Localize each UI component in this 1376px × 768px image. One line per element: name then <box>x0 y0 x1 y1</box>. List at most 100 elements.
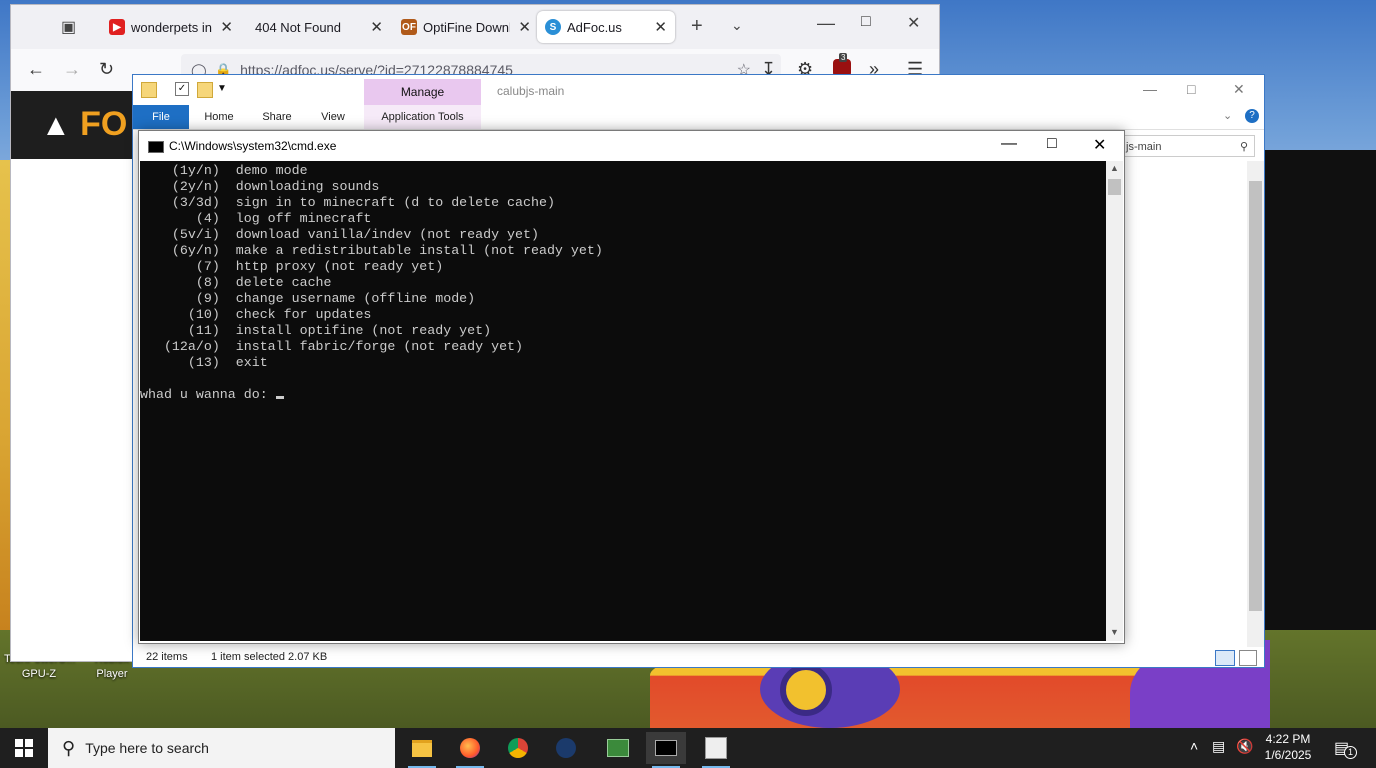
chevron-down-icon[interactable]: ⌄ <box>1223 109 1232 122</box>
text-cursor <box>275 396 284 399</box>
search-placeholder: Type here to search <box>85 740 209 756</box>
chrome-icon <box>508 738 528 758</box>
gpuz-app[interactable] <box>598 732 638 764</box>
cmd-icon <box>655 740 677 756</box>
file-explorer-app[interactable] <box>402 732 442 768</box>
quick-access-dropdown-icon[interactable]: ▼ <box>217 83 227 94</box>
tab-application-tools[interactable]: Application Tools <box>364 105 481 129</box>
cmd-title-text: C:\Windows\system32\cmd.exe <box>169 139 337 153</box>
firefox-app[interactable] <box>450 732 490 768</box>
console-line: (8) delete cache <box>140 275 332 290</box>
console-line: (4) log off minecraft <box>140 211 372 226</box>
close-icon[interactable]: ✕ <box>510 18 539 36</box>
minimize-icon[interactable]: — <box>1143 81 1157 97</box>
tab-label: AdFoc.us <box>567 19 622 35</box>
console-line: (6y/n) make a redistributable install (n… <box>140 243 603 258</box>
search-icon: ⚲ <box>62 737 76 758</box>
new-folder-icon[interactable] <box>197 82 213 98</box>
anvil-icon: ▲ <box>41 109 71 142</box>
scrollbar-thumb[interactable] <box>1108 179 1121 195</box>
site-logo: ▲ FO <box>41 105 128 143</box>
volume-muted-icon[interactable]: 🔇 <box>1236 738 1253 755</box>
taskbar: ⚲ Type here to search ˄ ▤ 🔇 4:22 PM 1/6/… <box>0 728 1376 768</box>
steam-icon <box>556 738 576 758</box>
search-text: js-main <box>1126 141 1162 153</box>
adfocus-icon: S <box>545 19 561 35</box>
console-line: (5v/i) download vanilla/indev (not ready… <box>140 227 539 242</box>
tab-adfocus[interactable]: S AdFoc.us ✕ <box>537 11 675 43</box>
maximize-icon[interactable]: □ <box>861 13 871 31</box>
minimize-icon[interactable]: — <box>817 13 835 34</box>
console-line: (1y/n) demo mode <box>140 163 308 178</box>
scroll-down-icon[interactable]: ▼ <box>1110 627 1119 637</box>
steam-app[interactable] <box>546 732 586 764</box>
cmd-window: C:\Windows\system32\cmd.exe — □ ✕ (1y/n)… <box>138 130 1125 644</box>
console-line: (13) exit <box>140 355 268 370</box>
console-output[interactable]: (1y/n) demo mode (2y/n) downloading soun… <box>140 161 1106 641</box>
paint-app[interactable] <box>696 732 736 768</box>
search-input[interactable]: js-main ⚲ <box>1119 135 1255 157</box>
windows-logo-icon <box>15 739 33 757</box>
cmd-app[interactable] <box>646 732 686 768</box>
network-icon[interactable]: ▤ <box>1212 738 1225 755</box>
manage-tab[interactable]: Manage <box>364 79 481 105</box>
tab-overview-icon[interactable]: ▣ <box>61 17 76 37</box>
new-tab-icon[interactable]: + <box>691 15 703 38</box>
cmd-scrollbar[interactable]: ▲ ▼ <box>1106 161 1123 641</box>
item-count: 22 items <box>146 651 188 663</box>
close-window-icon[interactable]: ✕ <box>1093 135 1106 155</box>
close-icon[interactable]: ✕ <box>646 18 675 36</box>
tab-view[interactable]: View <box>309 105 357 129</box>
scrollbar-thumb[interactable] <box>1249 181 1262 611</box>
tab-share[interactable]: Share <box>253 105 301 129</box>
youtube-icon: ▶ <box>109 19 125 35</box>
tab-file[interactable]: File <box>133 105 189 129</box>
reload-icon[interactable]: ↻ <box>99 59 114 80</box>
extension-badge: 3 <box>839 53 848 62</box>
cmd-titlebar: C:\Windows\system32\cmd.exe — □ ✕ <box>139 131 1124 161</box>
explorer-scrollbar[interactable] <box>1247 161 1264 647</box>
status-bar: 22 items 1 item selected 2.07 KB <box>133 647 1264 667</box>
console-line: whad u wanna do: <box>140 387 276 402</box>
console-line: (12a/o) install fabric/forge (not ready … <box>140 339 524 354</box>
start-button[interactable] <box>0 728 48 768</box>
console-line: (9) change username (offline mode) <box>140 291 476 306</box>
tab-optifine[interactable]: OF OptiFine Downl ✕ <box>393 11 539 43</box>
back-icon[interactable]: ← <box>27 59 45 80</box>
taskbar-search[interactable]: ⚲ Type here to search <box>48 728 395 768</box>
folder-icon <box>412 739 432 757</box>
tab-wonderpets[interactable]: ▶ wonderpets in th ✕ <box>101 11 241 43</box>
close-window-icon[interactable]: ✕ <box>907 13 920 33</box>
maximize-icon[interactable]: □ <box>1187 81 1195 97</box>
gpu-icon <box>607 739 629 757</box>
notification-count: 1 <box>1344 746 1357 759</box>
tab-label: wonderpets in th <box>131 19 212 35</box>
scroll-up-icon[interactable]: ▲ <box>1110 163 1119 173</box>
tab-home[interactable]: Home <box>195 105 243 129</box>
chevron-up-icon[interactable]: ˄ <box>1190 738 1198 754</box>
console-line: (2y/n) downloading sounds <box>140 179 380 194</box>
explorer-titlebar: ✓ ▼ Manage calubjs-main — □ ✕ <box>133 75 1264 105</box>
clock[interactable]: 4:22 PM 1/6/2025 <box>1256 731 1320 763</box>
close-window-icon[interactable]: ✕ <box>1233 81 1245 98</box>
chevron-down-icon[interactable]: ⌄ <box>731 17 743 34</box>
large-icons-view-icon[interactable] <box>1239 650 1257 666</box>
close-icon[interactable]: ✕ <box>362 18 391 36</box>
firefox-icon <box>460 738 480 758</box>
tab-404[interactable]: 404 Not Found ✕ <box>245 11 391 43</box>
help-icon[interactable]: ? <box>1245 109 1259 123</box>
notification-icon[interactable]: ▤ 1 <box>1334 738 1357 759</box>
tab-label: OptiFine Downl <box>423 19 511 35</box>
properties-icon[interactable]: ✓ <box>175 82 189 96</box>
console-line: (10) check for updates <box>140 307 372 322</box>
chrome-app[interactable] <box>498 732 538 764</box>
maximize-icon[interactable]: □ <box>1047 135 1057 153</box>
close-icon[interactable]: ✕ <box>212 18 241 36</box>
details-view-icon[interactable] <box>1215 650 1235 666</box>
folder-icon <box>141 82 157 98</box>
console-text: (1y/n) demo mode (2y/n) downloading soun… <box>140 163 603 403</box>
forward-icon[interactable]: → <box>63 59 81 80</box>
console-line: (7) http proxy (not ready yet) <box>140 259 444 274</box>
minimize-icon[interactable]: — <box>1001 135 1017 153</box>
selection-info: 1 item selected 2.07 KB <box>211 651 328 663</box>
